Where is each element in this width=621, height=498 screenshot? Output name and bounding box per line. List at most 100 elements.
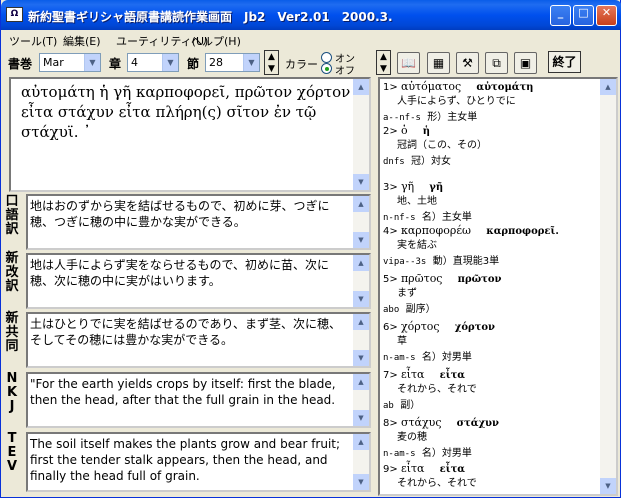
word-form: καρποφορεῖ. [486, 226, 559, 237]
tools-icon[interactable]: ⚒ [456, 52, 479, 74]
parse-code: n-nf-s [383, 213, 416, 223]
parse-code: n-am-s [383, 353, 416, 363]
end-button[interactable]: 終了 [548, 51, 581, 73]
scrollbar[interactable] [353, 255, 369, 307]
lexicon-spinner[interactable]: ▲ ▼ [376, 50, 391, 75]
close-button[interactable]: ✕ [596, 5, 617, 26]
chapter-label: 章 [109, 57, 122, 71]
color-off-label: オフ [335, 66, 355, 77]
translation-kougo[interactable]: 地はおのずから実を結ばせるもので、初めに芽、つぎに穂、つぎに穂の中に豊かな実がで… [26, 194, 371, 250]
menu-bar: ツール(T) 編集(E) ユーティリティ(U) ヘルプ(H) [1, 30, 621, 49]
lemma: καρποφορέω [400, 224, 472, 237]
entry-number: 3> [383, 182, 398, 193]
arrow-down-icon[interactable]: ▼ [377, 63, 390, 75]
label-shinkai: 新改訳 [5, 251, 19, 294]
menu-edit[interactable]: 編集(E) [63, 33, 101, 49]
verse-select[interactable]: 28 ▼ [205, 53, 260, 72]
scrollbar[interactable] [353, 196, 369, 248]
book-icon[interactable]: 📖 [397, 52, 420, 74]
parse-code: vipa--3s [383, 257, 427, 267]
lexicon-entry[interactable]: 7> εἶτα εἶτα それから、それで ab 副） [383, 368, 603, 413]
chevron-down-icon[interactable]: ▼ [162, 54, 178, 71]
lexicon-entry[interactable]: 1> αὐτόματος αὐτομάτη 人手によらず、ひとりでに a--nf-s… [383, 80, 603, 125]
word-form: χόρτον [454, 322, 495, 333]
gloss: それから、それで [397, 384, 477, 395]
entry-number: 4> [383, 226, 398, 237]
gloss: まず [397, 288, 417, 299]
entry-number: 7> [383, 370, 398, 381]
gloss: 地、土地 [397, 196, 437, 207]
greek-text-box[interactable]: αὐτομάτη ἡ γῆ καρποφορεῖ, πρῶτον χόρτον … [9, 77, 371, 192]
scrollbar[interactable] [353, 314, 369, 366]
word-form: εἶτα [439, 464, 465, 475]
gloss: 草 [397, 336, 407, 347]
entry-number: 6> [383, 322, 398, 333]
part-of-speech: 名）対男単 [421, 352, 472, 363]
lemma: στάχυς [400, 416, 442, 429]
lexicon-entry[interactable]: 6> χόρτος χόρτον 草 n-am-s 名）対男単 [383, 320, 603, 365]
lemma: γῆ [400, 180, 415, 193]
part-of-speech: 形）主女単 [427, 112, 478, 123]
parse-code: a--nf-s [383, 113, 421, 123]
menu-help[interactable]: ヘルプ(H) [191, 33, 241, 49]
label-nkj: NKJ [6, 371, 18, 414]
word-form: γῆ [429, 182, 444, 193]
lemma: εἶτα [400, 462, 425, 475]
label-tev: TEV [6, 431, 18, 474]
greek-text: αὐτομάτη ἡ γῆ καρποφορεῖ, πρῶτον χόρτον … [21, 83, 351, 141]
greek-scrollbar[interactable] [353, 79, 369, 190]
part-of-speech: 名）対男単 [421, 448, 472, 459]
lemma: πρῶτος [400, 272, 443, 285]
translation-nkj[interactable]: "For the earth yields crops by itself: f… [26, 372, 371, 428]
translation-tev[interactable]: The soil itself makes the plants grow an… [26, 432, 371, 492]
translation-shinkai[interactable]: 地は人手によらず実をならせるもので、初めに苗、次に穂、次に穂の中に実がはいります… [26, 253, 371, 309]
app-icon[interactable]: Ω [6, 7, 23, 22]
lexicon-entry[interactable]: 9> εἶτα εἶτα それから、それで [383, 462, 603, 491]
verse-spinner[interactable]: ▲ ▼ [264, 50, 279, 75]
lemma: αὐτόματος [400, 80, 462, 93]
chapter-select[interactable]: 4 ▼ [127, 53, 179, 72]
entry-number: 8> [383, 418, 398, 429]
title-bar[interactable]: Ω 新約聖書ギリシャ語原書講読作業画面 Jb2 Ver2.01 2000.3. … [1, 0, 621, 30]
copy-icon[interactable]: ⧉ [485, 52, 508, 74]
color-on-radio[interactable] [321, 52, 332, 63]
menu-tool[interactable]: ツール(T) [9, 33, 57, 49]
color-off-radio[interactable] [321, 63, 332, 74]
arrow-up-icon[interactable]: ▲ [377, 51, 390, 63]
label-kougo: 口語訳 [5, 194, 19, 237]
parse-code: abo [383, 305, 400, 315]
part-of-speech: 名）主女単 [421, 212, 472, 223]
minimize-button[interactable]: _ [550, 5, 571, 26]
table-icon[interactable]: ▦ [427, 52, 450, 74]
part-of-speech: 副序） [405, 304, 436, 315]
parse-code: dnfs [383, 157, 405, 167]
lexicon-entry[interactable]: 2> ὁ ἡ 冠詞（この、その） dnfs 冠）対女 [383, 124, 603, 169]
folder-icon[interactable]: ▣ [514, 52, 537, 74]
lexicon-entry[interactable]: 5> πρῶτος πρῶτον まず abo 副序） [383, 272, 603, 317]
chevron-down-icon[interactable]: ▼ [84, 54, 100, 71]
lexicon-scrollbar[interactable] [600, 79, 616, 494]
arrow-down-icon[interactable]: ▼ [265, 63, 278, 75]
scrollbar[interactable] [353, 374, 369, 426]
word-form: στάχυν [456, 418, 499, 429]
arrow-up-icon[interactable]: ▲ [265, 51, 278, 63]
scrollbar[interactable] [353, 434, 369, 490]
gloss: 実を結ぶ [397, 240, 437, 251]
entry-number: 1> [383, 82, 398, 93]
chevron-down-icon[interactable]: ▼ [243, 54, 259, 71]
lexicon-entry[interactable]: 8> στάχυς στάχυν 麦の穂 n-am-s 名）対男単 [383, 416, 603, 461]
word-form: αὐτομάτη [476, 82, 534, 93]
book-select[interactable]: Mar ▼ [39, 53, 101, 72]
gloss: 冠詞（この、その） [397, 140, 487, 151]
maximize-button[interactable]: □ [573, 5, 594, 26]
gloss: 麦の穂 [397, 432, 427, 443]
main-window: Ω 新約聖書ギリシャ語原書講読作業画面 Jb2 Ver2.01 2000.3. … [0, 0, 621, 498]
lexicon-panel[interactable]: 1> αὐτόματος αὐτομάτη 人手によらず、ひとりでに a--nf-s… [378, 77, 618, 496]
lexicon-entry[interactable]: 3> γῆ γῆ 地、土地 n-nf-s 名）主女単 [383, 180, 603, 225]
book-label: 書巻 [8, 57, 33, 71]
translation-shinkyodo[interactable]: 土はひとりでに実を結ばせるのであり、まず茎、次に穂、そしてその穂には豊かな実がで… [26, 312, 371, 368]
lexicon-entry[interactable]: 4> καρποφορέω καρποφορεῖ. 実を結ぶ vipa--3s 動）… [383, 224, 603, 269]
entry-number: 5> [383, 274, 398, 285]
part-of-speech: 冠）対女 [411, 156, 452, 167]
word-form: εἶτα [439, 370, 465, 381]
